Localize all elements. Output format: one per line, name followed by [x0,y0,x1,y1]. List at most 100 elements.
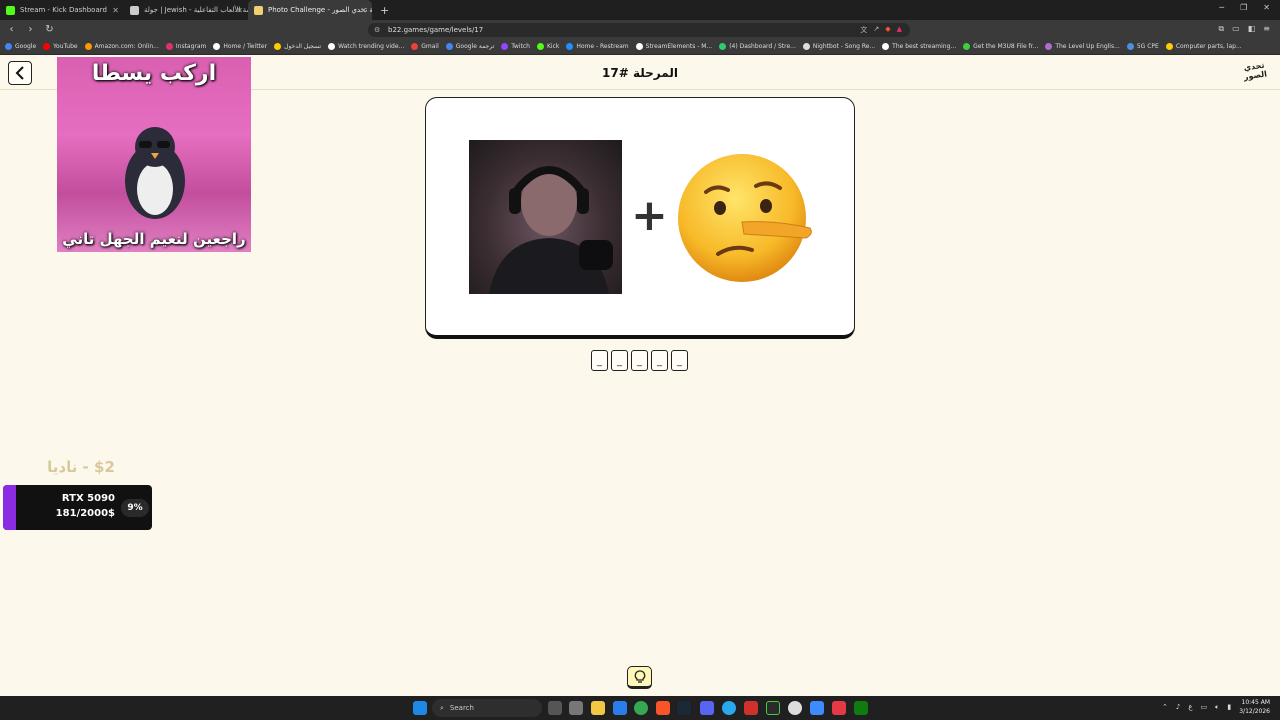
language-icon[interactable]: ع [1188,703,1192,711]
bookmark-favicon-icon [84,43,92,50]
close-icon[interactable]: ✕ [112,6,119,15]
hint-button[interactable] [627,666,652,689]
forward-nav-icon[interactable]: › [23,24,38,35]
bookmark-item[interactable]: Gmail [411,43,439,50]
meme-top-caption: اركب يسطا [91,61,217,86]
bookmark-favicon-icon [43,43,51,50]
microphone-icon[interactable]: ♪ [1176,703,1180,711]
sidebar-icon[interactable]: ▭ [1232,24,1240,34]
share-icon[interactable]: ↗ [873,25,879,35]
browser-tab[interactable]: جولة | Jewish - منصة الألعاب التفاعلية ✕ [124,0,248,20]
answer-slot[interactable]: _ [651,350,668,371]
back-nav-icon[interactable]: ‹ [4,24,19,35]
bookmark-item[interactable]: تسجيل الدخول [274,43,321,50]
bookmark-label: The best streaming... [892,43,957,50]
new-tab-icon[interactable]: + [380,4,389,17]
browser-tab[interactable]: Stream - Kick Dashboard ✕ [0,0,124,20]
task-view-icon[interactable] [548,701,562,715]
bookmark-item[interactable]: (4) Dashboard / Stre... [719,43,796,50]
bookmark-label: تسجيل الدخول [284,43,322,50]
goal-percent: 9% [121,499,149,517]
windows-start-icon[interactable] [413,701,427,715]
answer-slot[interactable]: _ [631,350,648,371]
bookmark-item[interactable]: Watch trending vide... [328,43,404,50]
wallet-icon[interactable]: ◧ [1248,24,1256,34]
app-icon[interactable] [810,701,824,715]
battery-icon[interactable]: ▮ [1227,703,1231,711]
chevron-up-icon[interactable]: ⌃ [1162,703,1168,711]
close-icon[interactable]: ✕ [236,6,243,15]
extensions-icon[interactable]: ⧉ [1218,24,1224,34]
browser-tab-active[interactable]: Photo Challenge - لعبة تحدي الصور ✕ [248,0,372,20]
bookmark-item[interactable]: Get the M3U8 File fr... [963,43,1038,50]
bookmark-favicon-icon [963,43,971,50]
menu-icon[interactable]: ≡ [1263,24,1270,34]
search-icon: ⌕ [440,703,444,712]
goal-progress-bar [3,485,17,530]
bookmark-label: Twitch [511,43,530,50]
terminal-icon[interactable] [766,701,780,715]
bookmark-item[interactable]: The best streaming... [882,43,956,50]
photo-challenge-favicon-icon [254,5,263,15]
bookmark-item[interactable]: The Level Up Englis... [1045,43,1120,50]
bookmark-item[interactable]: Home / Twitter [213,43,267,50]
close-icon[interactable]: ✕ [360,6,367,15]
game-logo: تحدي الصور [1243,60,1268,82]
answer-slot[interactable]: _ [611,350,628,371]
bookmark-item[interactable]: Google [5,43,36,50]
discord-icon[interactable] [700,701,714,715]
bookmark-label: Google [15,43,37,50]
clock[interactable]: 10:45 AM 3/12/2026 [1239,698,1270,716]
chrome-icon[interactable] [634,701,648,715]
site-info-icon[interactable]: ⚙ [374,26,380,34]
browser-tabbar: Stream - Kick Dashboard ✕ جولة | Jewish … [0,0,1280,20]
taskbar: ⌕ Search ⌃ ♪ ع ▭ 🔈︎ ▮ 10:45 AM 3/12/2026 [0,696,1280,720]
app-icon[interactable] [744,701,758,715]
taskbar-search[interactable]: ⌕ Search [432,699,542,717]
url-input[interactable]: ⚙ b22.games/game/levels/17 文 ↗ ◆ ▲ [368,23,910,37]
telegram-icon[interactable] [722,701,736,715]
bookmark-label: Get the M3U8 File fr... [973,43,1039,50]
obs-icon[interactable] [788,701,802,715]
clock-date: 3/12/2026 [1239,708,1270,715]
bookmark-item[interactable]: YouTube [43,43,78,50]
file-explorer-icon[interactable] [591,701,605,715]
bookmark-favicon-icon [802,43,810,50]
search-label: Search [449,704,474,712]
network-icon[interactable]: ▭ [1201,703,1208,711]
bookmark-item[interactable]: Twitch [501,43,530,50]
bookmark-favicon-icon [213,43,221,50]
bookmark-item[interactable]: Home - Restream [566,43,629,50]
close-window-icon[interactable]: ✕ [1263,3,1270,12]
rewards-icon[interactable]: ▲ [897,25,902,35]
xbox-icon[interactable] [854,701,868,715]
bookmark-item[interactable]: StreamElements - M... [635,43,712,50]
back-button[interactable] [8,61,32,85]
bookmark-item[interactable]: Instagram [165,43,206,50]
bookmark-item[interactable]: 5G CPE [1126,43,1159,50]
translate-icon[interactable]: 文 [860,25,867,35]
reload-icon[interactable]: ↻ [42,24,57,35]
bookmark-favicon-icon [274,43,282,50]
steam-icon[interactable] [677,701,691,715]
bookmark-item[interactable]: Computer parts, lap... [1165,43,1242,50]
volume-icon[interactable]: 🔈︎ [1215,703,1219,712]
brave-icon[interactable] [656,701,670,715]
restore-icon[interactable]: ❐ [1240,3,1247,12]
bookmark-item[interactable]: Kick [536,43,559,50]
bookmark-favicon-icon [328,43,336,50]
brave-shield-icon[interactable]: ◆ [885,25,890,35]
bookmarks-bar: Google YouTube Amazon.com: Onlin... Instagr… [0,39,1280,55]
minimize-icon[interactable]: ─ [1219,3,1224,12]
bookmark-item[interactable]: Google ترجمة [445,43,494,50]
answer-slot[interactable]: _ [671,350,688,371]
clock-time: 10:45 AM [1241,699,1270,706]
bookmark-item[interactable]: Nightbot - Song Re... [802,43,875,50]
bookmark-item[interactable]: Amazon.com: Onlin... [84,43,159,50]
bookmark-label: Watch trending vide... [338,43,405,50]
app-icon[interactable] [832,701,846,715]
mail-icon[interactable] [613,701,627,715]
bookmark-label: Home - Restream [576,43,629,50]
answer-slot[interactable]: _ [591,350,608,371]
settings-icon[interactable] [569,701,583,715]
